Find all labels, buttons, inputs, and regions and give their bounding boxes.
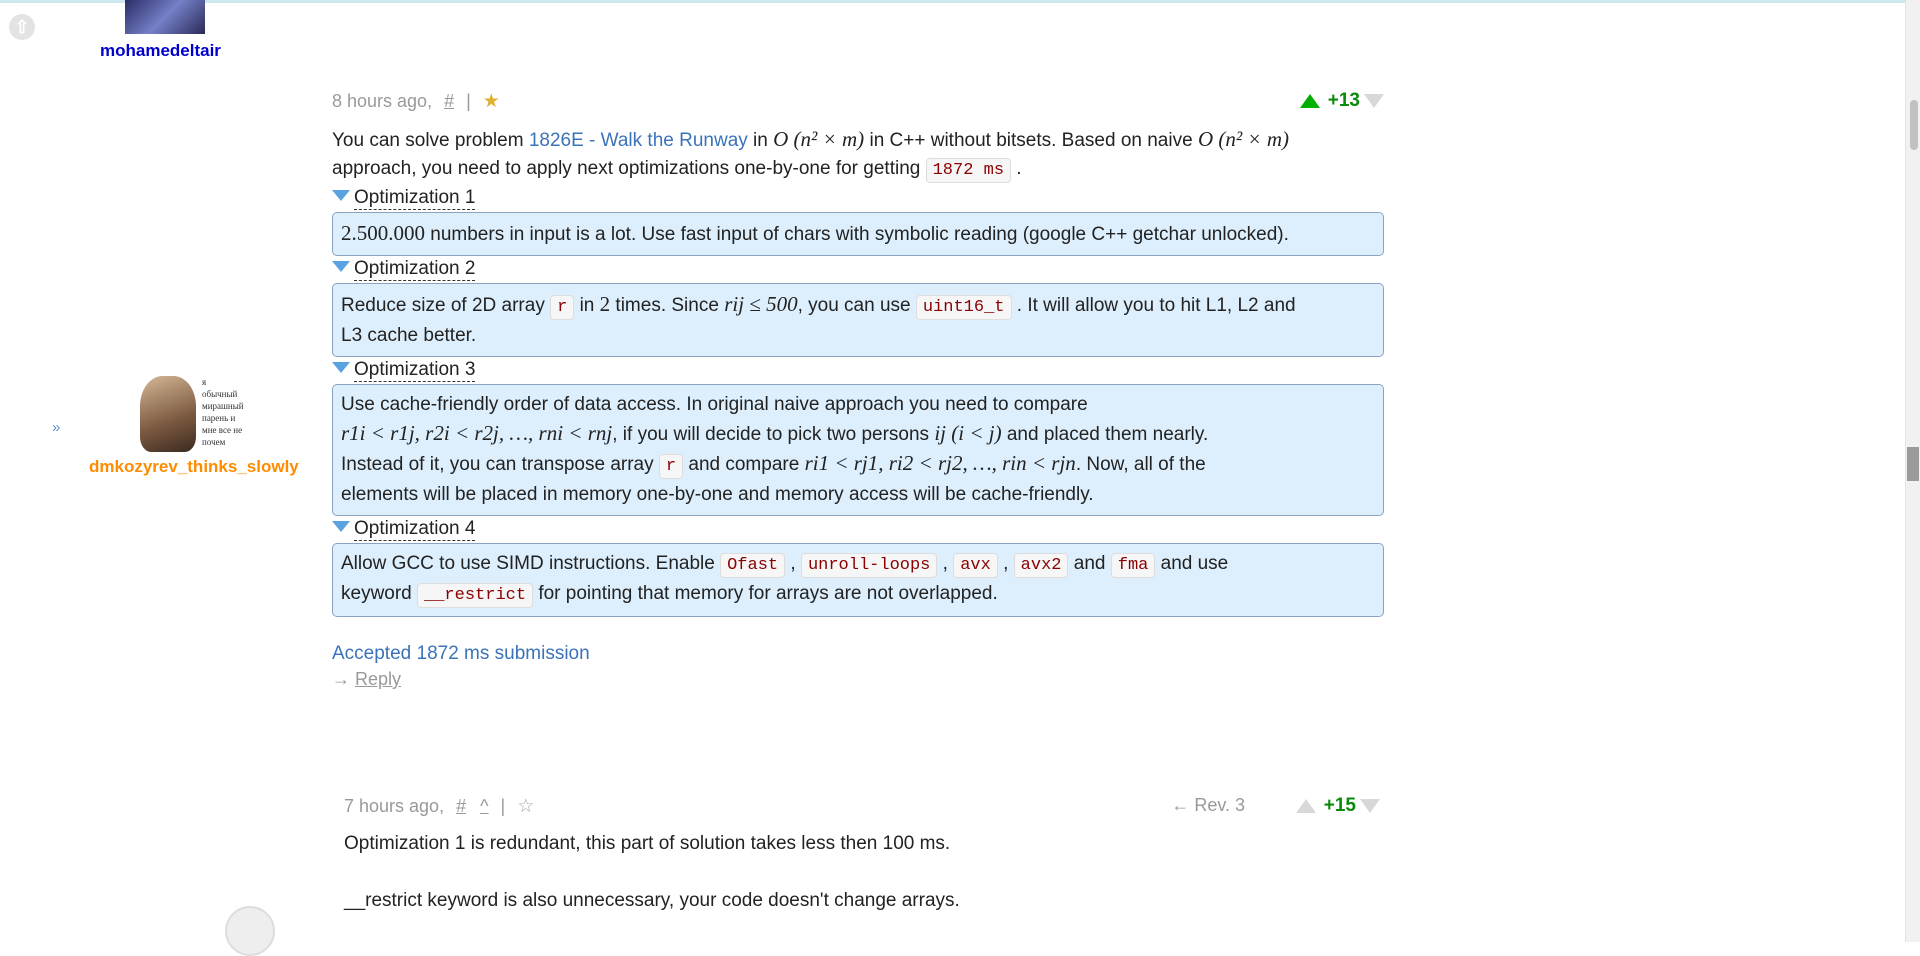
avatar[interactable] <box>125 0 205 34</box>
spoiler-content: Reduce size of 2D array r in 2 times. Si… <box>332 283 1384 357</box>
inline-code: avx2 <box>1013 553 1069 578</box>
scrollbar[interactable] <box>1905 0 1920 942</box>
separator: | <box>500 796 506 816</box>
comment-time: 7 hours ago, <box>344 796 445 816</box>
spoiler-content: 2.500.000 numbers in input is a lot. Use… <box>332 212 1384 256</box>
comment-body: You can solve problem 1826E - Walk the R… <box>332 125 1384 690</box>
comment-meta: 8 hours ago, # | ★ <box>332 90 1384 113</box>
comment: 7 hours ago, # ^ | ☆ ← Rev. 3 +15 Optimi… <box>344 795 1380 915</box>
upvote-icon[interactable] <box>1295 799 1316 813</box>
avatar[interactable]: я обычный мирашный парень и мне все не п… <box>140 376 260 452</box>
avatar-photo <box>140 376 196 452</box>
spoiler-content: Use cache-friendly order of data access.… <box>332 384 1384 516</box>
inline-code: __restrict <box>417 583 534 608</box>
spoiler-toggle[interactable]: Optimization 4 <box>332 518 1384 541</box>
separator: | <box>466 91 471 111</box>
inline-code: avx <box>953 553 998 578</box>
downvote-icon[interactable] <box>1364 94 1384 108</box>
reply-link[interactable]: Reply <box>355 669 401 689</box>
inline-code: 1872 ms <box>925 158 1012 183</box>
vote-widget: +15 <box>1295 795 1380 817</box>
arrow-right-icon: → <box>332 669 350 689</box>
spoiler-content: Allow GCC to use SIMD instructions. Enab… <box>332 543 1384 617</box>
triangle-down-icon <box>332 190 350 201</box>
triangle-down-icon <box>332 521 350 532</box>
inline-code: r <box>658 454 684 479</box>
triangle-down-icon <box>332 362 350 373</box>
spoiler-toggle[interactable]: Optimization 1 <box>332 187 1384 210</box>
star-icon[interactable]: ☆ <box>517 795 534 818</box>
back-to-top-icon[interactable]: ⇧ <box>9 14 35 40</box>
spoiler-toggle[interactable]: Optimization 3 <box>332 359 1384 382</box>
parent-link-icon[interactable]: ^ <box>480 796 488 817</box>
math-complexity: O (n² × m) <box>773 127 865 151</box>
vote-count: +13 <box>1327 90 1360 111</box>
inline-code: Ofast <box>720 553 786 578</box>
avatar-caption: я обычный мирашный парень и мне все не п… <box>202 377 244 447</box>
problem-link[interactable]: 1826E - Walk the Runway <box>529 130 748 151</box>
top-border <box>0 0 1910 3</box>
permalink[interactable]: # <box>444 91 454 112</box>
scrollbar-thumb[interactable] <box>1910 100 1918 150</box>
submission-link[interactable]: Accepted 1872 ms submission <box>332 643 1384 665</box>
vote-widget: +13 <box>1299 90 1384 112</box>
inline-code: fma <box>1110 553 1156 578</box>
expand-thread-icon[interactable]: » <box>52 419 60 436</box>
inline-code: uint16_t <box>915 295 1012 320</box>
comment: 8 hours ago, # | ★ +13 You can solve pro… <box>332 90 1384 690</box>
downvote-icon[interactable] <box>1360 799 1380 813</box>
vote-count: +15 <box>1323 795 1356 816</box>
triangle-down-icon <box>332 261 350 272</box>
reply-action[interactable]: → Reply <box>332 669 1384 690</box>
revision-link[interactable]: ← Rev. 3 <box>1171 795 1245 816</box>
inline-code: unroll-loops <box>800 553 938 578</box>
scrollbar-marker <box>1907 447 1919 481</box>
comment-time: 8 hours ago, <box>332 91 433 111</box>
username-link[interactable]: mohamedeltair <box>100 41 221 61</box>
upvote-icon[interactable] <box>1299 94 1320 108</box>
comment-body: Optimization 1 is redundant, this part o… <box>344 833 960 911</box>
username-link[interactable]: dmkozyrev_thinks_slowly <box>89 457 299 477</box>
permalink[interactable]: # <box>456 796 466 817</box>
spoiler-toggle[interactable]: Optimization 2 <box>332 258 1384 281</box>
inline-code: r <box>550 295 575 320</box>
math-complexity: O (n² × m) <box>1197 127 1289 151</box>
star-icon[interactable]: ★ <box>483 90 500 113</box>
avatar[interactable] <box>225 906 275 956</box>
